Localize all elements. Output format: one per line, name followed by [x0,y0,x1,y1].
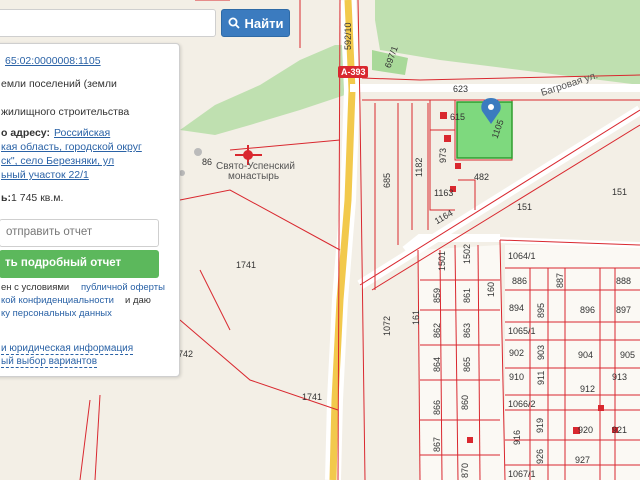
area-label: ь: [1,192,11,204]
parcel-label: 897 [616,305,632,315]
parcel-label: 1182 [414,157,424,177]
parcel-label: 685 [382,172,392,188]
parcel-label: 592/10 [343,22,353,50]
parcel-label: 894 [509,303,525,313]
road-shield-label: А-393 [341,67,366,77]
parcel-label: 895 [536,302,546,318]
poi-label: монастырь [228,171,280,182]
privacy-policy-link[interactable]: кой конфиденциальности [1,295,114,306]
search-icon [228,17,240,29]
parcel-label: 160 [486,281,496,297]
parcel-label: 742 [178,349,194,359]
parcel-label: 1502 [462,243,472,264]
parcel-label: 886 [512,276,528,286]
parcel-label: 916 [512,429,522,445]
parcel-label: 1501 [437,250,447,271]
parcel-label: 870 [460,462,470,478]
parcel-label: 903 [536,344,546,360]
parcel-label: 896 [580,305,596,315]
parcel-label: 910 [509,372,525,382]
consent-text: ен с условиями [1,282,70,293]
parcel-label: 86 [202,157,213,167]
cadastral-number-link[interactable]: 65:02:0000008:1105 [5,55,101,67]
parcel-label: 865 [462,356,472,372]
parcel-label: 161 [411,309,421,325]
building-icon [440,112,447,119]
building-icon [455,163,461,169]
building-icon [598,405,604,411]
marker-dot [488,104,494,110]
public-offer-link[interactable]: публичной оферты [81,282,165,293]
parcel-label: 863 [462,322,472,338]
parcel-label: 1065/1 [508,326,536,336]
parcel-label: 866 [432,399,442,415]
choice-options-link[interactable]: ый выбор вариантов [1,356,98,368]
address-line[interactable]: ск", село Березняки, ул [1,155,114,167]
building-icon [444,135,451,142]
address-line[interactable]: кая область, городской округ [1,141,142,153]
parcel-label: 888 [616,276,632,286]
parcel-label: 1163 [434,188,454,198]
parcel-label: 920 [578,425,594,435]
send-report-input[interactable]: отправить отчет [0,219,159,247]
parcel-label: 1741 [302,392,323,402]
search-button-label: Найти [244,15,284,31]
consent-text: и даю [125,295,151,306]
parcel-label: 1064/1 [508,251,536,261]
parcel-label: 919 [535,417,545,433]
parcel-label: 862 [432,322,442,338]
parcel-label: 1066/2 [508,399,536,409]
detailed-report-button[interactable]: ть подробный отчет [0,250,159,278]
parcel-label: 1741 [236,260,257,270]
parcel-label: 860 [460,394,470,410]
area-value: 1 745 кв.м. [11,192,64,204]
parcel-label: 1067/1 [508,469,536,479]
parcel-label: 861 [462,287,472,303]
address-label: о адресу: [1,127,50,139]
parcel-label: 864 [432,356,442,372]
search-input[interactable] [0,9,216,37]
parcel-label: 973 [438,147,448,163]
parcel-label: 151 [612,187,628,197]
parcel-info-panel: 65:02:0000008:1105 емли поселений (земли… [0,43,180,377]
parcel-label: 867 [432,436,442,452]
building-icon [467,437,473,443]
land-category: емли поселений (земли [1,78,117,90]
parcel-label: 905 [620,350,636,360]
parcel-label: 1072 [382,315,392,336]
parcel-label: 887 [555,272,565,288]
parcel-label: 926 [535,448,545,464]
parcel-label: 615 [450,112,466,122]
search-button[interactable]: Найти [221,9,290,37]
poi-dot [194,148,202,156]
parcel-label: 927 [575,455,591,465]
parcel-label: 911 [536,370,546,385]
parcel-label: 482 [474,172,490,182]
address-line[interactable]: ьный участок 22/1 [1,169,89,181]
parcel-label: 904 [578,350,594,360]
parcel-label: 913 [612,372,628,382]
parcel-label: 623 [453,84,469,94]
address-line[interactable]: Российская [54,127,110,139]
parcel-label: 151 [517,202,533,212]
personal-data-link[interactable]: ку персональных данных [1,308,112,319]
permitted-use: жилищного строительства [1,106,130,118]
parcel-label: 921 [612,425,628,435]
legal-info-link[interactable]: и юридическая информация [1,343,134,355]
parcel-label: 912 [580,384,596,394]
parcel-label: 902 [509,348,525,358]
parcel-label: 859 [432,287,442,303]
